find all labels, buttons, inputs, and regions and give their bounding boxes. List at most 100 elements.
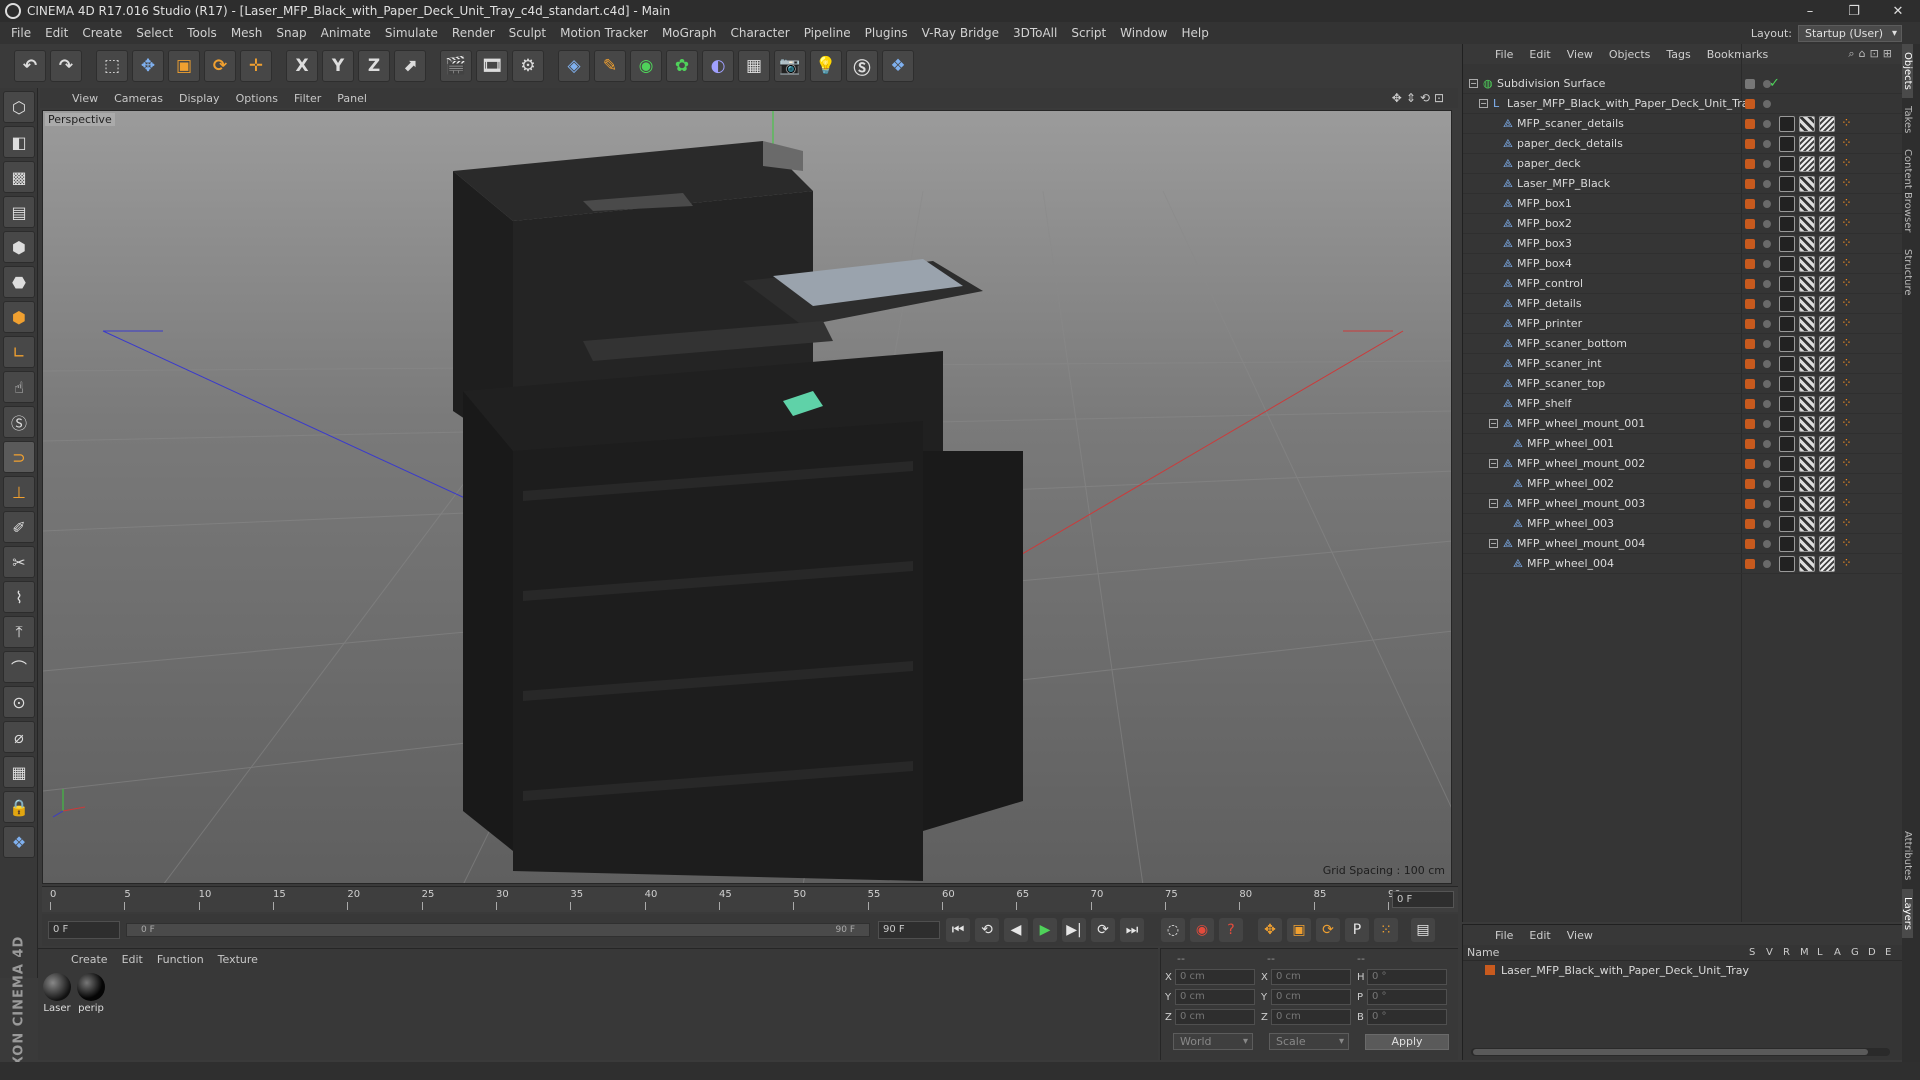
phong-tag-icon[interactable] — [1779, 555, 1795, 572]
coord-value-field[interactable]: 0 cm — [1271, 1009, 1351, 1025]
material-tag-icon[interactable] — [1799, 115, 1815, 132]
minimize-button[interactable]: – — [1788, 4, 1832, 19]
menu-item-character[interactable]: Character — [723, 26, 796, 40]
layer-color-tag[interactable] — [1745, 98, 1755, 109]
visibility-dot[interactable] — [1763, 439, 1771, 448]
phong-tag-icon[interactable] — [1779, 235, 1795, 252]
play-forward-icon[interactable]: ▶ — [1033, 918, 1057, 942]
uvw-tag-icon[interactable] — [1819, 235, 1835, 252]
layer-color-tag[interactable] — [1745, 558, 1755, 569]
transform-tool-icon[interactable]: ✛ — [240, 50, 272, 82]
layer-color-tag[interactable] — [1745, 78, 1755, 89]
visibility-dot[interactable] — [1763, 339, 1771, 348]
previous-key-icon[interactable]: ⟲ — [975, 918, 999, 942]
timeline-window-icon[interactable]: ▤ — [1411, 918, 1435, 942]
loop-cut-icon[interactable]: ⊙ — [3, 686, 35, 718]
viewport-menu-options[interactable]: Options — [228, 92, 286, 105]
phong-tag-icon[interactable] — [1779, 495, 1795, 512]
selection-tag-icon[interactable]: ⁘ — [1841, 236, 1852, 251]
phong-tag-icon[interactable] — [1779, 295, 1795, 312]
visibility-dot[interactable] — [1763, 239, 1771, 248]
snap-icon[interactable]: Ⓢ — [3, 406, 35, 438]
object-row[interactable]: ⟁ MFP_wheel_003 ⁘ — [1463, 514, 1903, 534]
selection-tag-icon[interactable]: ⁘ — [1841, 336, 1852, 351]
menu-item-file[interactable]: File — [4, 26, 38, 40]
coord-value-field[interactable]: 0 cm — [1175, 1009, 1255, 1025]
phong-tag-icon[interactable] — [1779, 115, 1795, 132]
object-row[interactable]: ⟁ MFP_scaner_int ⁘ — [1463, 354, 1903, 374]
object-menu-file[interactable]: File — [1487, 48, 1521, 61]
material-tag-icon[interactable] — [1799, 215, 1815, 232]
side-tab-takes[interactable]: Takes — [1902, 98, 1913, 141]
phong-tag-icon[interactable] — [1779, 195, 1795, 212]
layout-dropdown[interactable]: Startup (User) — [1798, 24, 1902, 42]
layer-row[interactable]: Laser_MFP_Black_with_Paper_Deck_Unit_Tra… — [1463, 961, 1902, 979]
viewport-menu-cameras[interactable]: Cameras — [106, 92, 171, 105]
uvw-tag-icon[interactable] — [1819, 275, 1835, 292]
object-row[interactable]: ⟁ MFP_scaner_bottom ⁘ — [1463, 334, 1903, 354]
selection-tag-icon[interactable]: ⁘ — [1841, 516, 1852, 531]
render-view-icon[interactable]: 🎬 — [440, 50, 472, 82]
selection-tag-icon[interactable]: ⁘ — [1841, 476, 1852, 491]
visibility-dot[interactable] — [1763, 539, 1771, 548]
phong-tag-icon[interactable] — [1779, 415, 1795, 432]
object-row[interactable]: − L Laser_MFP_Black_with_Paper_Deck_Unit_T… — [1463, 94, 1903, 114]
go-to-start-icon[interactable]: ⏮ — [946, 918, 970, 942]
floor-icon[interactable]: ▦ — [738, 50, 770, 82]
close-button[interactable]: ✕ — [1876, 4, 1920, 19]
visibility-dot[interactable] — [1763, 99, 1771, 108]
selection-tag-icon[interactable]: ⁘ — [1841, 436, 1852, 451]
deformer-icon[interactable]: ◐ — [702, 50, 734, 82]
timeline-ruler[interactable]: 051015202530354045505560657075808590 0 F — [42, 886, 1458, 912]
side-tab-attributes[interactable]: Attributes — [1902, 823, 1913, 888]
object-row[interactable]: ⟁ Laser_MFP_Black ⁘ — [1463, 174, 1903, 194]
current-frame-field[interactable]: 0 F — [1392, 891, 1454, 908]
tree-expand-icon[interactable]: − — [1469, 79, 1478, 88]
layer-color-tag[interactable] — [1745, 258, 1755, 269]
visibility-dot[interactable] — [1763, 319, 1771, 328]
object-row[interactable]: ⟁ MFP_printer ⁘ — [1463, 314, 1903, 334]
z-axis-lock-button[interactable]: Z — [358, 50, 390, 82]
render-settings-icon[interactable]: ⚙ — [512, 50, 544, 82]
menu-item-render[interactable]: Render — [445, 26, 502, 40]
layer-col-r[interactable]: R — [1783, 947, 1790, 958]
uvw-tag-icon[interactable] — [1819, 115, 1835, 132]
selection-tag-icon[interactable]: ⁘ — [1841, 156, 1852, 171]
go-to-end-icon[interactable]: ⏭ — [1120, 918, 1144, 942]
tweak-mode-icon[interactable]: ☝ — [3, 371, 35, 403]
uvw-tag-icon[interactable] — [1819, 215, 1835, 232]
menu-item-animate[interactable]: Animate — [314, 26, 378, 40]
redo-icon[interactable]: ↷ — [50, 50, 82, 82]
tree-expand-icon[interactable]: − — [1479, 99, 1488, 108]
uvw-tag-icon[interactable] — [1819, 335, 1835, 352]
selection-tag-icon[interactable]: ⁘ — [1841, 196, 1852, 211]
menu-item-tools[interactable]: Tools — [180, 26, 224, 40]
visibility-dot[interactable] — [1763, 559, 1771, 568]
viewport-menu-panel[interactable]: Panel — [329, 92, 375, 105]
material-item[interactable]: perip — [76, 973, 106, 1014]
layer-color-tag[interactable] — [1745, 398, 1755, 409]
layer-color-tag[interactable] — [1745, 498, 1755, 509]
visibility-dot[interactable] — [1763, 179, 1771, 188]
material-tag-icon[interactable] — [1799, 155, 1815, 172]
menu-item-3dtoall[interactable]: 3DToAll — [1006, 26, 1064, 40]
uvw-tag-icon[interactable] — [1819, 515, 1835, 532]
selection-tag-icon[interactable]: ⁘ — [1841, 296, 1852, 311]
uvw-tag-icon[interactable] — [1819, 395, 1835, 412]
phong-tag-icon[interactable] — [1779, 315, 1795, 332]
uvw-tag-icon[interactable] — [1819, 435, 1835, 452]
phong-tag-icon[interactable] — [1779, 435, 1795, 452]
workplane-icon[interactable]: ▤ — [3, 196, 35, 228]
uvw-tag-icon[interactable] — [1819, 355, 1835, 372]
workplane-lock-icon[interactable]: ⊥ — [3, 476, 35, 508]
layer-scrollbar[interactable] — [1471, 1048, 1890, 1056]
material-tag-icon[interactable] — [1799, 395, 1815, 412]
uvw-tag-icon[interactable] — [1819, 155, 1835, 172]
layer-color-tag[interactable] — [1745, 138, 1755, 149]
grid-display-icon[interactable]: ▦ — [3, 756, 35, 788]
uvw-tag-icon[interactable] — [1819, 175, 1835, 192]
menu-item-sculpt[interactable]: Sculpt — [502, 26, 553, 40]
uvw-tag-icon[interactable] — [1819, 375, 1835, 392]
object-menu-objects[interactable]: Objects — [1601, 48, 1659, 61]
object-menu-bookmarks[interactable]: Bookmarks — [1699, 48, 1776, 61]
